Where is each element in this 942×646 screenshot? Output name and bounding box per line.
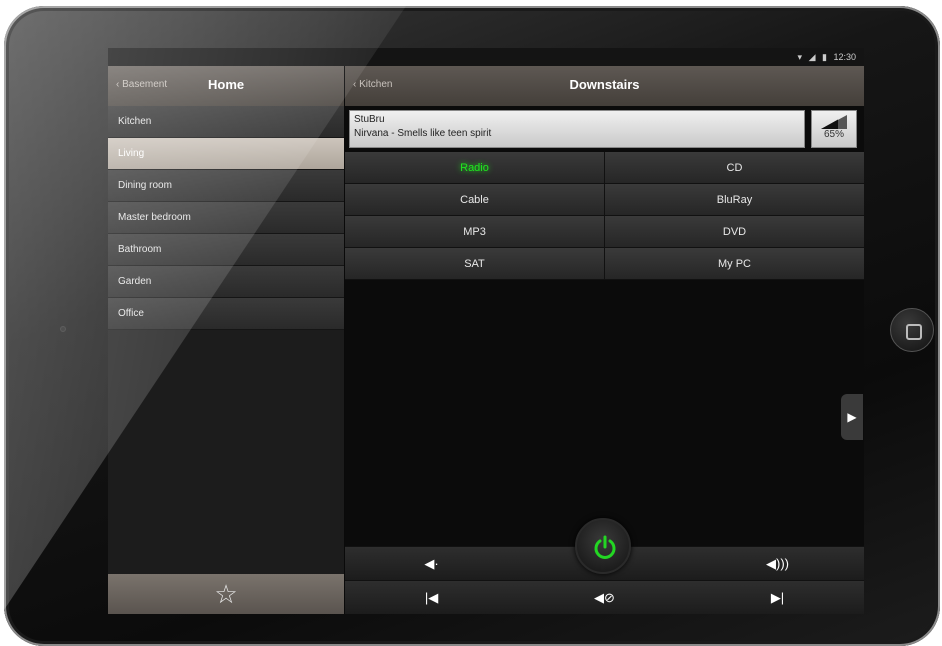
star-icon: ☆ (214, 579, 238, 609)
skip-previous-icon: |◀ (424, 590, 439, 605)
battery-icon: ▮ (822, 52, 827, 62)
source-button-mp3[interactable]: MP3 (345, 216, 604, 247)
zone-title: Downstairs (569, 77, 640, 92)
power-icon (594, 535, 616, 559)
favorites-button[interactable]: ☆ (108, 574, 344, 614)
zone-panel: ‹ Kitchen Downstairs StuBru Nirvana - Sm… (345, 66, 864, 614)
volume-down-button[interactable]: ◀· (345, 547, 518, 580)
signal-icon: ◢ (808, 52, 816, 62)
source-button-cd[interactable]: CD (604, 152, 864, 183)
rooms-panel: ‹ Basement Home Kitchen Living Dining room… (108, 66, 344, 614)
zone-header: ‹ Kitchen Downstairs (345, 66, 864, 106)
source-row: SAT My PC (345, 248, 864, 280)
expand-arrow-button[interactable]: ▶ (841, 394, 863, 440)
volume-up-icon: ◀))) (766, 556, 789, 571)
camera (60, 326, 66, 332)
volume-up-button[interactable]: ◀))) (691, 547, 864, 580)
page-title: Home (208, 77, 245, 92)
volume-down-icon: ◀· (424, 556, 439, 571)
room-item-master-bedroom[interactable]: Master bedroom (108, 202, 344, 234)
rooms-header: ‹ Basement Home (108, 66, 344, 106)
source-button-radio[interactable]: Radio (345, 152, 604, 183)
transport-controls: ◀· ◀))) |◀ ◀⊘ ▶| (345, 518, 864, 614)
source-row: Cable BluRay (345, 184, 864, 216)
room-item-dining-room[interactable]: Dining room (108, 170, 344, 202)
source-button-dvd[interactable]: DVD (604, 216, 864, 247)
volume-level-icon (821, 115, 847, 129)
skip-next-icon: ▶| (770, 590, 785, 605)
source-button-sat[interactable]: SAT (345, 248, 604, 279)
back-label: Basement (122, 79, 168, 90)
power-button[interactable] (575, 518, 631, 574)
room-item-bathroom[interactable]: Bathroom (108, 234, 344, 266)
station-name: StuBru (354, 114, 385, 125)
screen: ▾ ◢ ▮ 12:30 ‹ Basement Home Kitchen Livin… (108, 48, 864, 614)
room-item-office[interactable]: Office (108, 298, 344, 330)
volume-percent: 65% (823, 129, 844, 140)
source-row: Radio CD (345, 152, 864, 184)
home-button[interactable] (890, 308, 934, 352)
previous-button[interactable]: |◀ (345, 581, 518, 614)
mute-icon: ◀⊘ (594, 590, 615, 605)
next-button[interactable]: ▶| (691, 581, 864, 614)
back-button[interactable]: ‹ Basement (116, 79, 167, 90)
room-item-living[interactable]: Living (108, 138, 344, 170)
source-button-bluray[interactable]: BluRay (604, 184, 864, 215)
source-button-cable[interactable]: Cable (345, 184, 604, 215)
track-name: Nirvana - Smells like teen spirit (354, 128, 492, 139)
now-playing: StuBru Nirvana - Smells like teen spirit (349, 110, 805, 148)
clock: 12:30 (833, 52, 856, 62)
source-button-my-pc[interactable]: My PC (604, 248, 864, 279)
volume-indicator[interactable]: 65% (811, 110, 857, 148)
source-grid: Radio CD Cable BluRay MP3 DVD SAT My PC (345, 152, 864, 280)
source-row: MP3 DVD (345, 216, 864, 248)
status-bar: ▾ ◢ ▮ 12:30 (108, 48, 864, 66)
room-item-kitchen[interactable]: Kitchen (108, 106, 344, 138)
mute-button[interactable]: ◀⊘ (518, 581, 691, 614)
room-list: Kitchen Living Dining room Master bedroom Ba… (108, 106, 344, 330)
room-item-garden[interactable]: Garden (108, 266, 344, 298)
wifi-icon: ▾ (797, 52, 803, 62)
